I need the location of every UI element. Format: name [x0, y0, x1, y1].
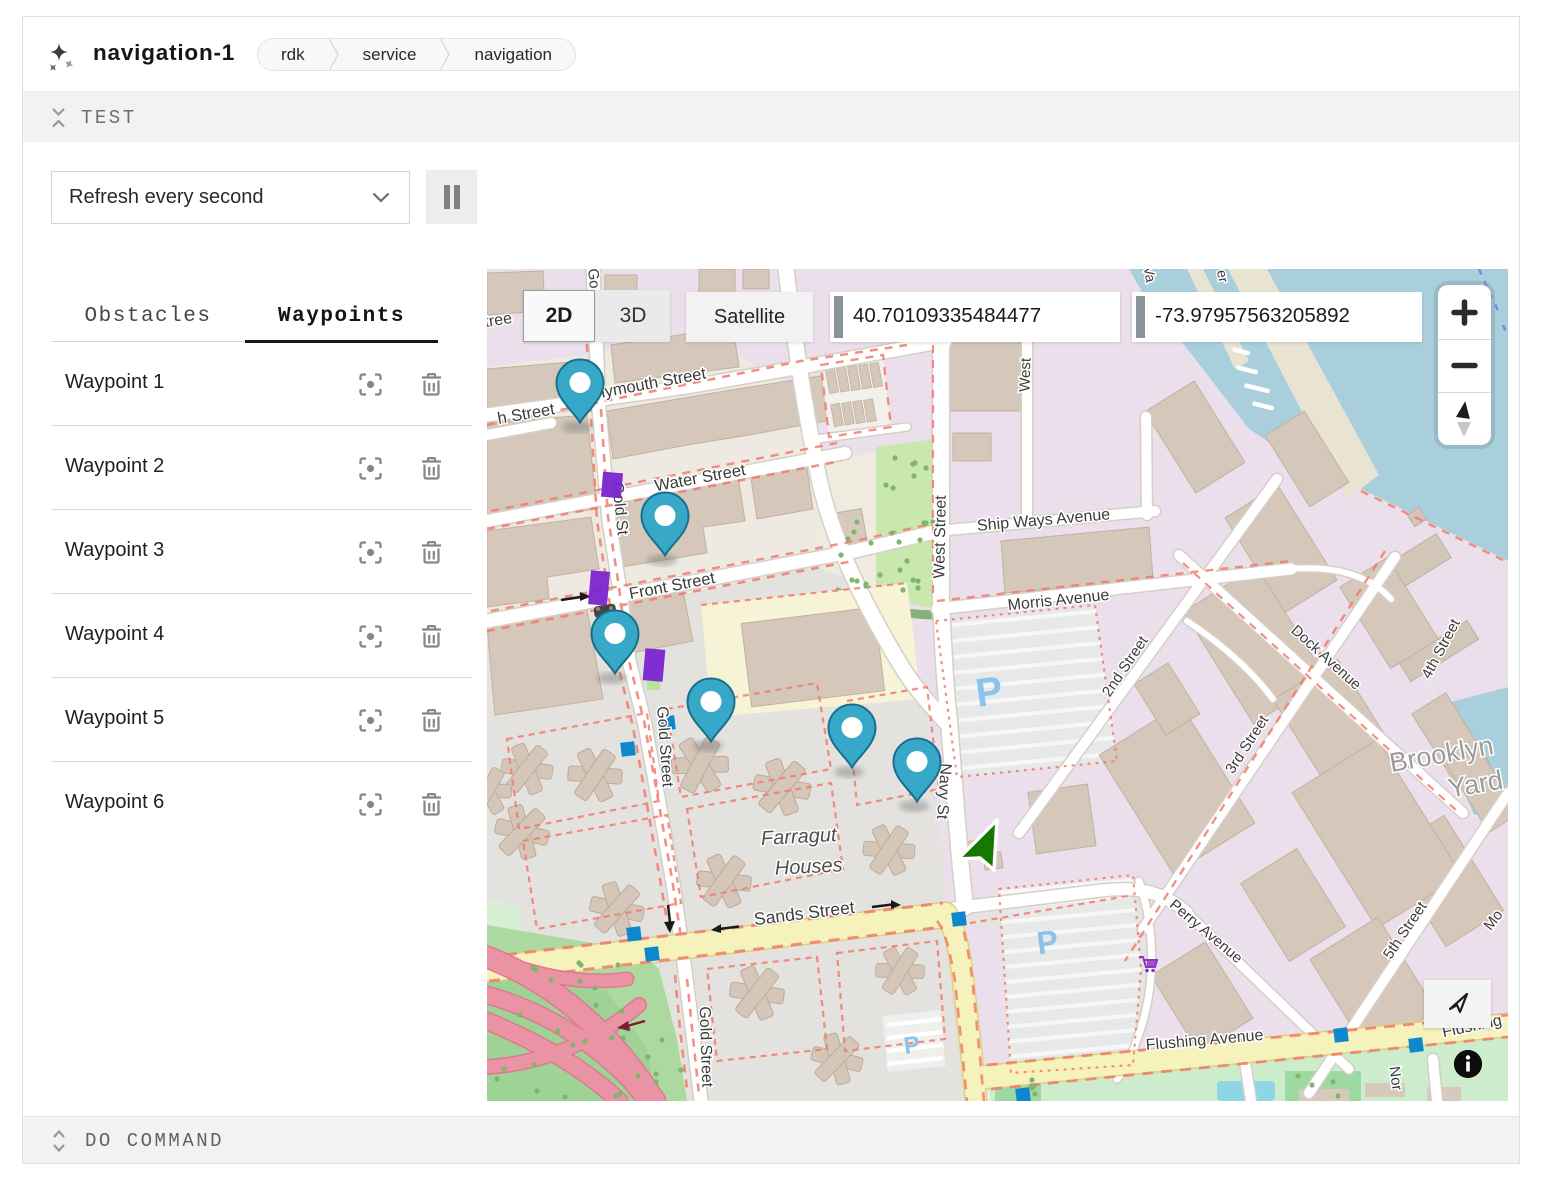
svg-text:Gold Street: Gold Street — [696, 1006, 716, 1088]
svg-text:West Street: West Street — [931, 495, 949, 579]
svg-text:Farragut: Farragut — [760, 824, 838, 850]
svg-text:Go: Go — [584, 269, 603, 289]
svg-text:Nor: Nor — [1385, 1065, 1405, 1091]
svg-text:West: West — [1016, 357, 1034, 392]
svg-text:Houses: Houses — [774, 854, 843, 880]
